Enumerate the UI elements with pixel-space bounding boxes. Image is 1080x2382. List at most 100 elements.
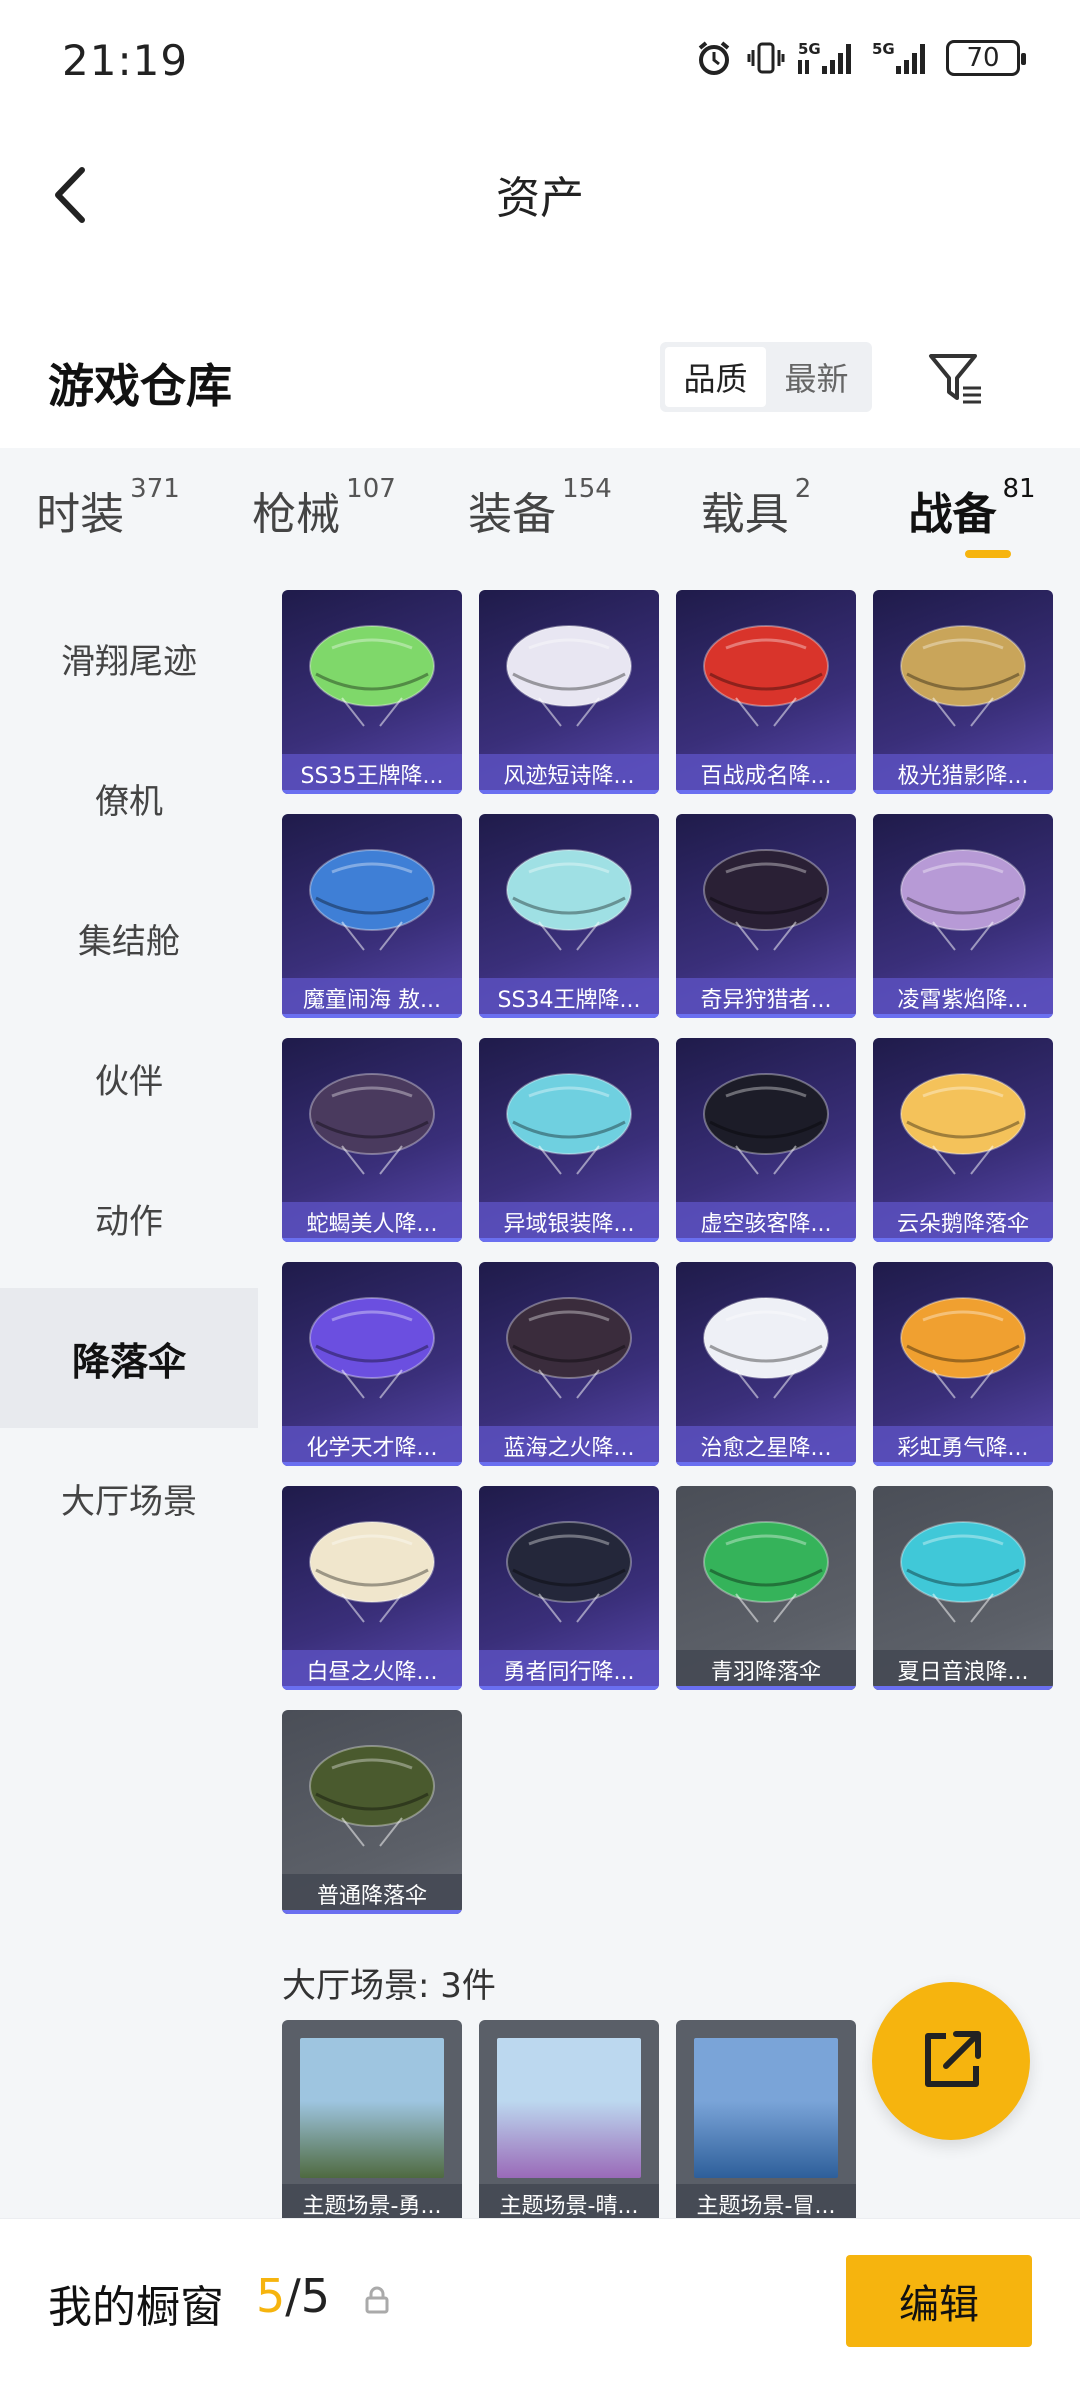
sidebar-item-glide-trail[interactable]: 滑翔尾迹 [0,588,258,728]
item-underline [479,1462,659,1466]
parachute-name: 化学天才降... [282,1426,462,1466]
parachute-name: 彩虹勇气降... [873,1426,1053,1466]
scene-name: 主题场景-冒... [676,2184,856,2218]
parachute-name: 云朵鹅降落伞 [873,1202,1053,1242]
parachute-item[interactable]: 白昼之火降... [282,1486,462,1690]
parachute-item[interactable]: 凌霄紫焰降... [873,814,1053,1018]
sidebar-item-lobby-scene[interactable]: 大厅场景 [0,1428,258,1568]
lobby-scene-item[interactable]: 主题场景-晴... [479,2020,659,2218]
parachute-icon [309,849,435,951]
parachute-name: 治愈之星降... [676,1426,856,1466]
svg-text:5G: 5G [872,40,895,58]
alarm-icon [694,38,734,78]
share-button[interactable] [872,1982,1030,2140]
parachute-icon [900,1521,1026,1623]
item-underline [676,1238,856,1242]
tab-equipment[interactable]: 装备 154 [432,474,648,558]
parachute-item[interactable]: 蛇蝎美人降... [282,1038,462,1242]
scene-thumbnail [694,2038,838,2178]
parachute-icon [900,625,1026,727]
item-underline [479,1014,659,1018]
status-bar: 21:19 5G 5G 70 [0,0,1080,125]
item-underline [873,1238,1053,1242]
parachute-name: 白昼之火降... [282,1650,462,1690]
parachute-item[interactable]: 异域银装降... [479,1038,659,1242]
parachute-name: 奇异狩猎者... [676,978,856,1018]
parachute-item[interactable]: 夏日音浪降... [873,1486,1053,1690]
signal-5g-icon: 5G [872,38,934,78]
status-icons: 5G 5G 70 [694,38,1026,78]
sidebar-item-partner[interactable]: 伙伴 [0,1008,258,1148]
showcase-footer: 我的橱窗 5/5 编辑 [0,2218,1080,2382]
item-underline [282,790,462,794]
parachute-item[interactable]: 奇异狩猎者... [676,814,856,1018]
filter-button[interactable] [925,348,987,410]
parachute-icon [506,1073,632,1175]
parachute-item[interactable]: 勇者同行降... [479,1486,659,1690]
parachute-item[interactable]: 魔童闹海 敖... [282,814,462,1018]
parachute-name: 普通降落伞 [282,1874,462,1914]
item-underline [282,1686,462,1690]
lobby-section-title: 大厅场景: 3件 [282,1966,496,2006]
parachute-icon [900,849,1026,951]
item-underline [479,790,659,794]
parachute-icon [703,1073,829,1175]
parachute-icon [309,1745,435,1847]
item-underline [873,790,1053,794]
parachute-item[interactable]: 蓝海之火降... [479,1262,659,1466]
parachute-item[interactable]: 虚空骇客降... [676,1038,856,1242]
parachute-name: 虚空骇客降... [676,1202,856,1242]
item-underline [282,1910,462,1914]
parachute-icon [506,1521,632,1623]
status-time: 21:19 [62,36,189,85]
sort-toggle: 品质 最新 [660,342,872,412]
share-icon [925,2031,981,2087]
tab-weapons[interactable]: 枪械 107 [216,474,432,558]
sort-option-quality[interactable]: 品质 [665,347,766,407]
lobby-scene-item[interactable]: 主题场景-冒... [676,2020,856,2218]
warehouse-bar: 游戏仓库 品质 最新 [0,330,1080,430]
tab-battle-prep[interactable]: 战备 81 [864,474,1080,558]
sidebar-item-emote[interactable]: 动作 [0,1148,258,1288]
vibrate-icon [746,38,786,78]
showcase-count: 5/5 [256,2269,331,2323]
parachute-name: 风迹短诗降... [479,754,659,794]
item-underline [282,1462,462,1466]
sort-option-newest[interactable]: 最新 [766,347,867,407]
sidebar-item-wingman[interactable]: 僚机 [0,728,258,868]
parachute-icon [703,849,829,951]
parachute-item[interactable]: 普通降落伞 [282,1710,462,1914]
parachute-item[interactable]: 百战成名降... [676,590,856,794]
sidebar-item-assembly-pod[interactable]: 集结舱 [0,868,258,1008]
scene-thumbnail [497,2038,641,2178]
parachute-item[interactable]: SS34王牌降... [479,814,659,1018]
item-underline [282,1014,462,1018]
item-underline [676,1014,856,1018]
parachute-item[interactable]: 彩虹勇气降... [873,1262,1053,1466]
tab-vehicles[interactable]: 载具 2 [648,474,864,558]
parachute-name: SS35王牌降... [282,754,462,794]
parachute-item[interactable]: SS35王牌降... [282,590,462,794]
parachute-icon [506,849,632,951]
parachute-item[interactable]: 风迹短诗降... [479,590,659,794]
scene-thumbnail [300,2038,444,2178]
parachute-item[interactable]: 云朵鹅降落伞 [873,1038,1053,1242]
item-underline [873,1014,1053,1018]
parachute-item[interactable]: 极光猎影降... [873,590,1053,794]
signal-5g-icon: 5G [798,38,860,78]
parachute-icon [506,625,632,727]
parachute-item[interactable]: 治愈之星降... [676,1262,856,1466]
scene-name: 主题场景-晴... [479,2184,659,2218]
sidebar-item-parachute[interactable]: 降落伞 [0,1288,258,1428]
parachute-name: 魔童闹海 敖... [282,978,462,1018]
parachute-item[interactable]: 青羽降落伞 [676,1486,856,1690]
lobby-scene-item[interactable]: 主题场景-勇... [282,2020,462,2218]
parachute-item[interactable]: 化学天才降... [282,1262,462,1466]
page-title: 资产 [496,173,584,224]
parachute-name: 青羽降落伞 [676,1650,856,1690]
edit-button[interactable]: 编辑 [846,2255,1032,2347]
parachute-name: 蛇蝎美人降... [282,1202,462,1242]
parachute-icon [309,1297,435,1399]
svg-text:5G: 5G [798,40,821,58]
tab-fashion[interactable]: 时装 371 [0,474,216,558]
